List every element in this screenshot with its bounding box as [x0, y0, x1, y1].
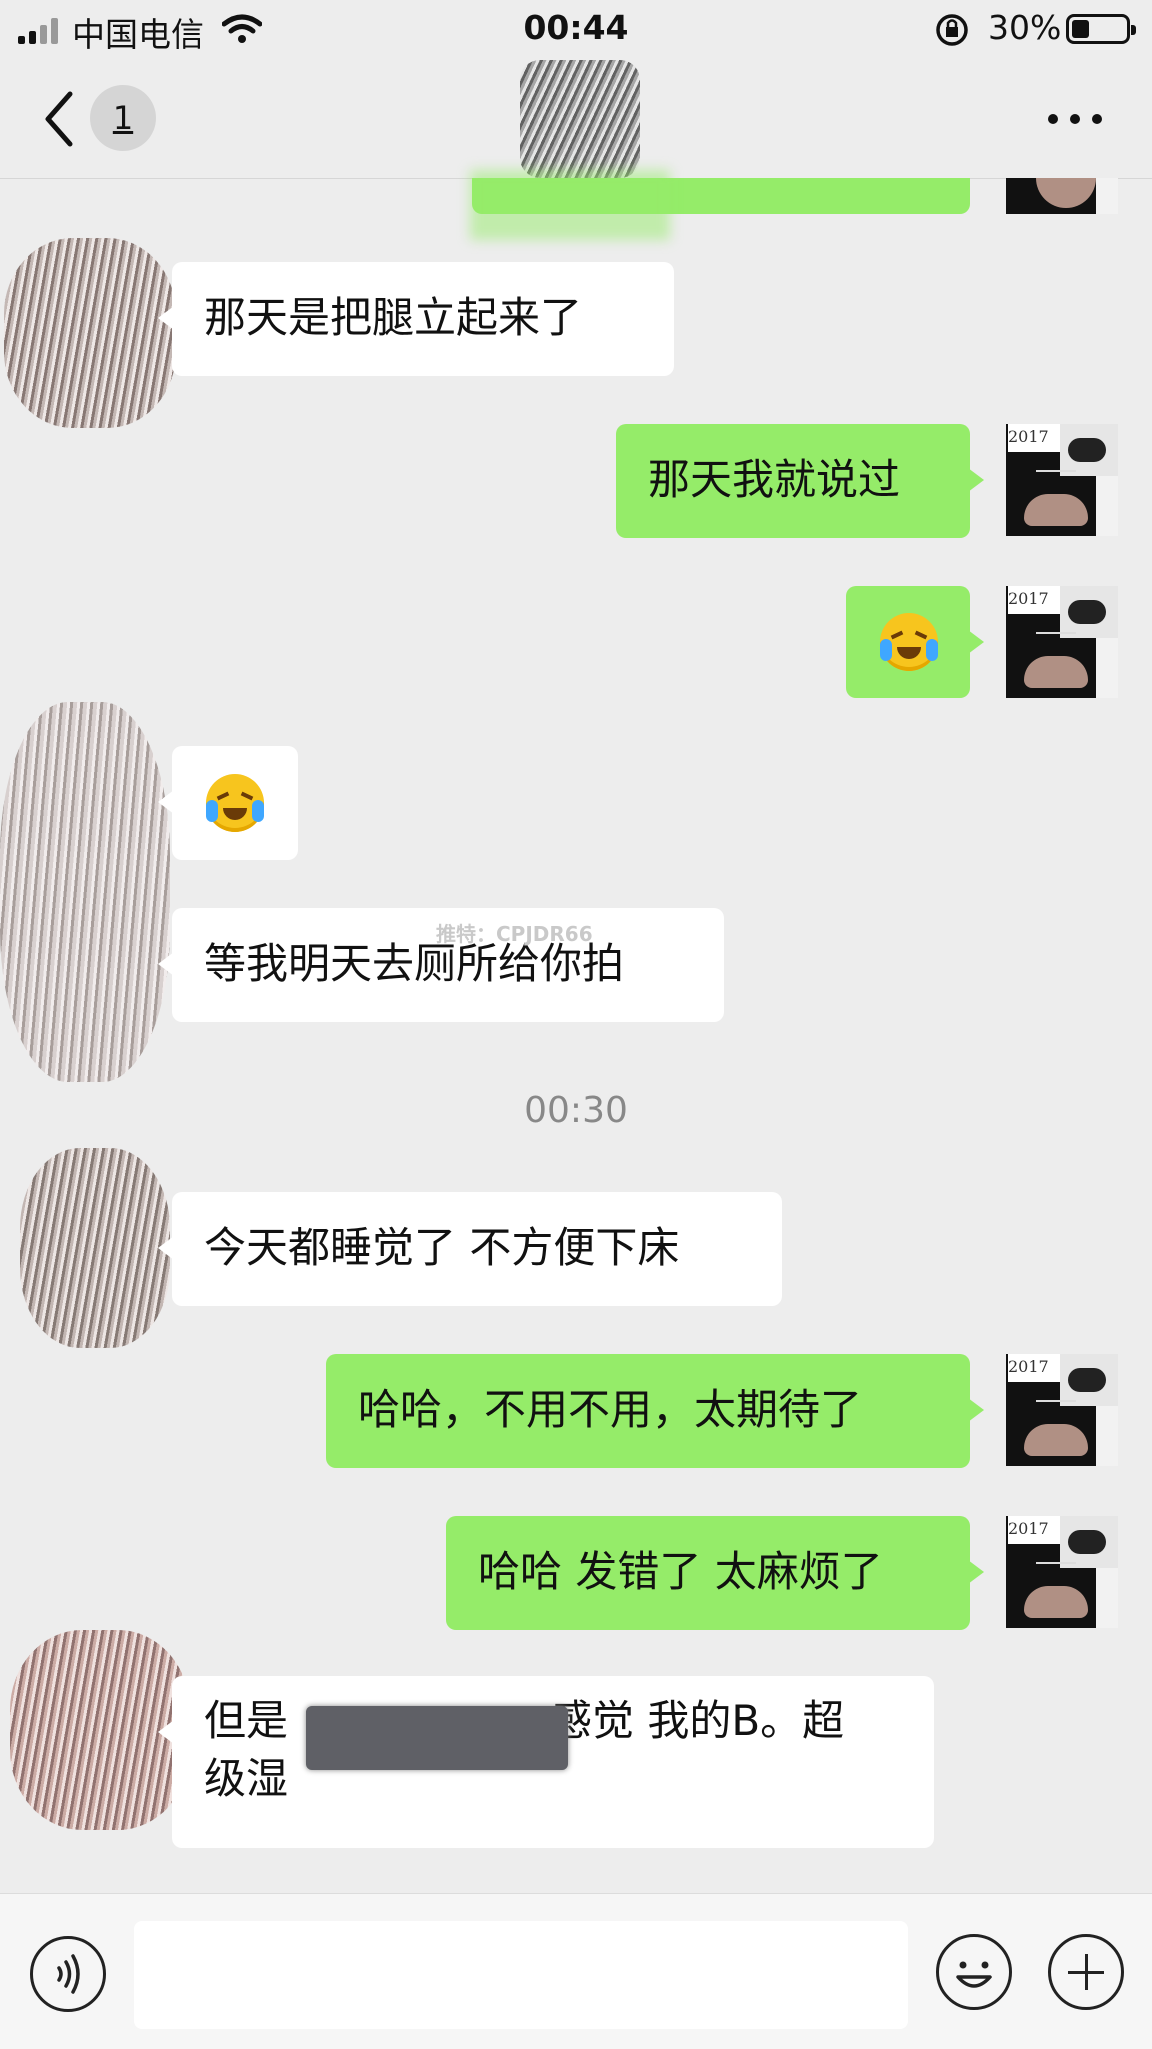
my-avatar[interactable]: 2017 [1006, 586, 1118, 698]
contact-name-obscured [520, 60, 640, 178]
green-smudge [470, 170, 670, 240]
avatar-year-label: 2017 [1008, 424, 1060, 452]
message-text-part1: 但是 [204, 1696, 289, 1745]
emoji-smile-icon[interactable] [936, 1934, 1012, 2010]
message-bubble-out[interactable]: 哈哈 发错了 太麻烦了 [446, 1516, 984, 1630]
chevron-left-icon[interactable] [40, 90, 80, 148]
avatar-year-label: 2017 [1008, 586, 1060, 614]
clock: 00:44 [523, 8, 629, 47]
message-text: 哈哈，不用不用，太期待了 [358, 1385, 863, 1434]
contact-avatar-obscured [4, 238, 176, 428]
message-bubble-in-emoji[interactable] [158, 746, 298, 860]
message-bubble-out-emoji[interactable] [846, 586, 984, 698]
face-with-tears-icon [206, 774, 264, 832]
orientation-lock-icon [936, 14, 968, 46]
my-avatar[interactable]: 2017 [1006, 424, 1118, 536]
input-toolbar [0, 1893, 1152, 2049]
plus-circle-icon[interactable] [1048, 1934, 1124, 2010]
message-input[interactable] [134, 1921, 908, 2029]
voice-icon[interactable] [30, 1936, 106, 2012]
message-bubble-out[interactable]: 那天我就说过 [616, 424, 984, 538]
my-avatar-partial [1006, 178, 1118, 214]
contact-avatar-obscured [20, 1148, 170, 1348]
my-avatar[interactable]: 2017 [1006, 1354, 1118, 1466]
message-bubble-out[interactable]: 哈哈，不用不用，太期待了 [326, 1354, 984, 1468]
avatar-year-label: 2017 [1008, 1354, 1060, 1382]
battery-percent: 30% [988, 8, 1062, 47]
status-bar: 中国电信 00:44 30% [0, 0, 1152, 60]
message-text: 哈哈 发错了 太麻烦了 [478, 1547, 883, 1596]
unread-count-badge[interactable]: 1 [90, 85, 156, 151]
avatar-year-label: 2017 [1008, 1516, 1060, 1544]
battery-icon [1066, 14, 1136, 44]
message-text: 今天都睡觉了 不方便下床 [204, 1223, 680, 1272]
message-bubble-in[interactable]: 那天是把腿立起来了 [158, 262, 674, 376]
message-text: 那天我就说过 [648, 455, 901, 504]
message-text: 那天是把腿立起来了 [204, 293, 583, 342]
more-dots-icon[interactable] [1048, 110, 1104, 130]
message-text-part2: 感觉 我的B。超 [550, 1696, 845, 1745]
time-separator: 00:30 [524, 1090, 628, 1131]
contact-avatar-obscured [0, 702, 170, 1082]
message-bubble-in[interactable]: 今天都睡觉了 不方便下床 [158, 1192, 782, 1306]
my-avatar[interactable]: 2017 [1006, 1516, 1118, 1628]
chat-header: 1 [0, 60, 1152, 179]
watermark-text: 推特：CPJDR66 [436, 922, 593, 946]
face-with-tears-icon [880, 613, 938, 671]
redaction-bar [306, 1706, 568, 1770]
